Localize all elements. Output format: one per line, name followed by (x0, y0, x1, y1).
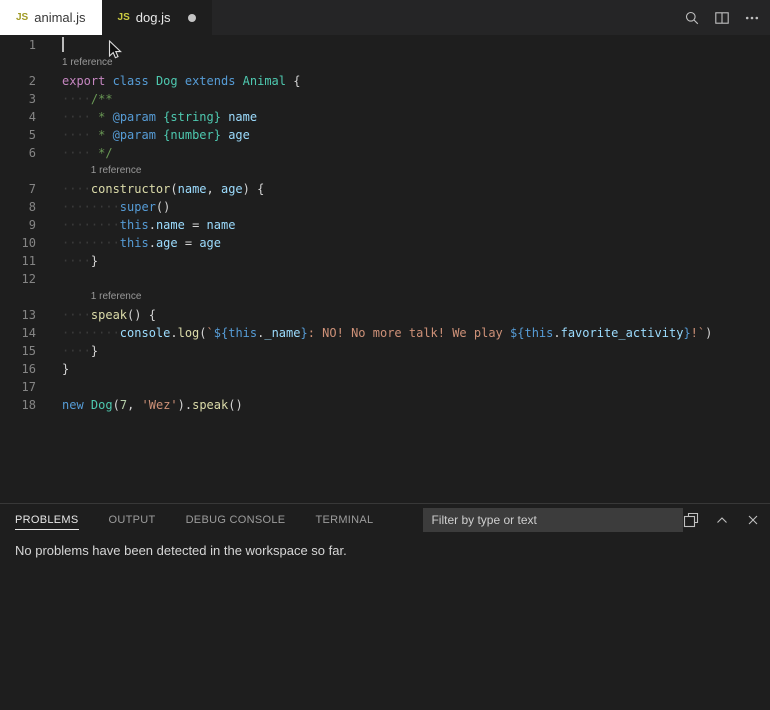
line-number[interactable]: 1 (0, 36, 62, 54)
panel-tab-problems[interactable]: PROBLEMS (15, 510, 79, 530)
line-number[interactable]: 15 (0, 342, 62, 360)
code-line[interactable]: ····} (62, 342, 98, 360)
code-line[interactable]: ···· * @param {number} age (62, 126, 250, 144)
vscode-window: JSanimal.jsJSdog.js 11 reference2export … (0, 0, 770, 710)
editor-tab-bar: JS animal.js JS dog.js (0, 0, 770, 35)
more-actions-icon[interactable] (744, 10, 760, 26)
tab-list: JS animal.js JS dog.js (0, 0, 212, 35)
panel-tab-debug-console[interactable]: DEBUG CONSOLE (186, 510, 286, 530)
code-line[interactable]: ···· */ (62, 144, 113, 162)
line-number[interactable]: 7 (0, 180, 62, 198)
chevron-up-icon[interactable] (714, 512, 730, 528)
code-editor[interactable]: 11 reference2export class Dog extends An… (0, 35, 770, 503)
tab-animal.js[interactable]: JS animal.js (0, 0, 102, 35)
line-number[interactable]: 4 (0, 108, 62, 126)
line-number[interactable]: 14 (0, 324, 62, 342)
code-line[interactable]: ···· * @param {string} name (62, 108, 257, 126)
line-number[interactable]: 16 (0, 360, 62, 378)
js-file-icon: JS (118, 12, 130, 23)
code-line[interactable]: new Dog(7, 'Wez').speak() (62, 396, 243, 414)
search-icon[interactable] (684, 10, 700, 26)
line-number[interactable]: 6 (0, 144, 62, 162)
code-line[interactable]: } (62, 360, 69, 378)
line-number[interactable] (0, 162, 62, 180)
tab-label: animal.js (34, 10, 85, 25)
line-number[interactable]: 12 (0, 270, 62, 288)
line-number[interactable]: 18 (0, 396, 62, 414)
code-line[interactable] (62, 36, 64, 54)
codelens-reference[interactable]: 1 reference (91, 162, 142, 180)
code-line[interactable]: ····speak() { (62, 306, 156, 324)
panel-tab-output[interactable]: OUTPUT (109, 510, 156, 530)
split-editor-icon[interactable] (714, 10, 730, 26)
line-number[interactable]: 2 (0, 72, 62, 90)
problems-empty-message: No problems have been detected in the wo… (15, 543, 755, 558)
line-number[interactable]: 17 (0, 378, 62, 396)
code-line[interactable]: ········this.name = name (62, 216, 235, 234)
line-number[interactable]: 10 (0, 234, 62, 252)
panel-body: No problems have been detected in the wo… (0, 536, 770, 565)
line-number[interactable]: 9 (0, 216, 62, 234)
code-line[interactable]: ····/** (62, 90, 113, 108)
code-line[interactable]: ····constructor(name, age) { (62, 180, 264, 198)
line-number[interactable] (0, 54, 62, 72)
copy-icon[interactable] (683, 512, 699, 528)
codelens-reference[interactable]: 1 reference (62, 54, 113, 72)
bottom-panel: PROBLEMS OUTPUT DEBUG CONSOLE TERMINAL No p… (0, 503, 770, 709)
code-line[interactable]: ········super() (62, 198, 170, 216)
line-number[interactable]: 8 (0, 198, 62, 216)
editor-content: 11 reference2export class Dog extends An… (0, 36, 770, 414)
code-line[interactable]: ········this.age = age (62, 234, 221, 252)
text-cursor (62, 37, 64, 52)
panel-tab-terminal[interactable]: TERMINAL (315, 510, 373, 530)
codelens-reference[interactable]: 1 reference (91, 288, 142, 306)
close-icon[interactable] (745, 512, 761, 528)
line-number[interactable]: 3 (0, 90, 62, 108)
panel-header: PROBLEMS OUTPUT DEBUG CONSOLE TERMINAL (0, 504, 770, 536)
tab-dog.js[interactable]: JS dog.js (102, 0, 213, 35)
code-line[interactable]: ····} (62, 252, 98, 270)
modified-indicator-dot[interactable] (188, 14, 196, 22)
code-line[interactable]: export class Dog extends Animal { (62, 72, 300, 90)
line-number[interactable]: 11 (0, 252, 62, 270)
tab-label: dog.js (136, 10, 171, 25)
line-number[interactable]: 5 (0, 126, 62, 144)
panel-tab-list: PROBLEMS OUTPUT DEBUG CONSOLE TERMINAL (15, 510, 403, 530)
line-number[interactable]: 13 (0, 306, 62, 324)
code-line[interactable]: ········console.log(`${this._name}: NO! … (62, 324, 712, 342)
editor-actions (684, 0, 770, 35)
js-file-icon: JS (16, 12, 28, 23)
line-number[interactable] (0, 288, 62, 306)
panel-actions (683, 512, 761, 528)
problems-filter-input[interactable] (423, 508, 683, 532)
